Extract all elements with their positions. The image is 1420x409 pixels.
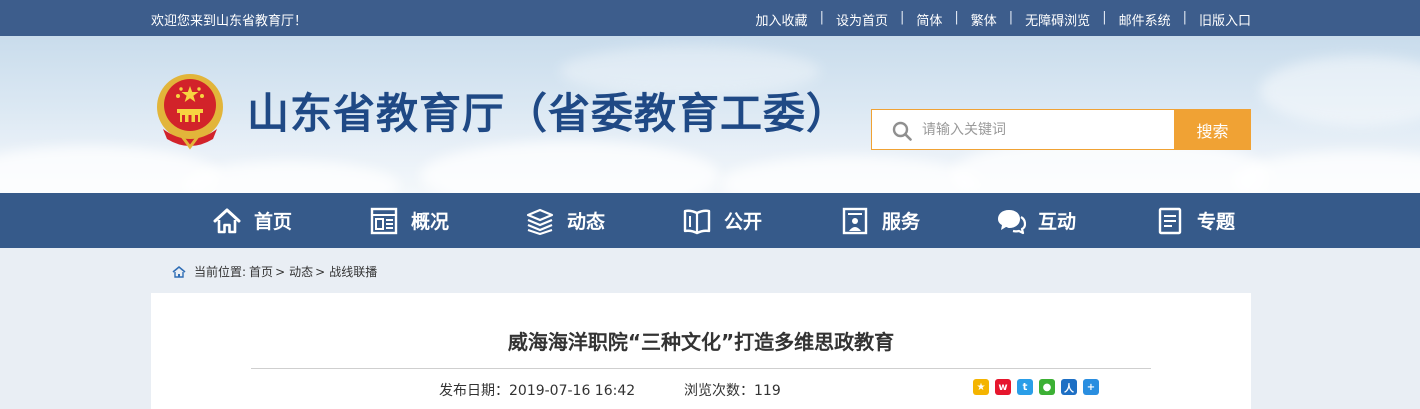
title-divider bbox=[251, 368, 1151, 369]
link-separator: | bbox=[1102, 10, 1107, 25]
breadcrumb-prefix: 当前位置: bbox=[194, 265, 247, 279]
link-separator: | bbox=[1182, 10, 1187, 25]
link-separator: | bbox=[954, 10, 959, 25]
breadcrumb: 当前位置: 首页 > 动态 > 战线联播 bbox=[172, 263, 377, 280]
tencent-weibo-icon[interactable]: t bbox=[1017, 379, 1033, 395]
link-separator: | bbox=[899, 10, 905, 25]
top-links: 加入收藏 | 设为首页 | 简体 | 繁体 | 无障碍浏览 | 邮件系统 | 旧… bbox=[756, 10, 1251, 29]
breadcrumb-separator: > bbox=[275, 264, 286, 279]
nav-item-interact[interactable]: 互动 bbox=[996, 193, 1076, 248]
views-label: 浏览次数： bbox=[684, 383, 754, 399]
nav-label: 概况 bbox=[411, 211, 450, 233]
open-book-icon bbox=[683, 209, 711, 234]
qzone-icon[interactable]: ★ bbox=[973, 379, 989, 395]
nav-item-service[interactable]: 服务 bbox=[840, 193, 920, 248]
search-input[interactable] bbox=[922, 119, 1162, 141]
publish-date: 2019-07-16 16:42 bbox=[509, 383, 636, 399]
home-small-icon bbox=[172, 265, 186, 278]
article-panel: 威海海洋职院“三种文化”打造多维思政教育 发布日期：2019-07-16 16:… bbox=[151, 293, 1251, 409]
views-value: 119 bbox=[754, 383, 781, 399]
add-favorite-link[interactable]: 加入收藏 bbox=[756, 10, 808, 29]
home-icon bbox=[213, 208, 241, 233]
mail-system-link[interactable]: 邮件系统 bbox=[1119, 10, 1171, 29]
renren-icon[interactable]: 人 bbox=[1061, 379, 1077, 395]
search-icon bbox=[892, 121, 912, 141]
nav-label: 专题 bbox=[1197, 211, 1236, 233]
nav-label: 互动 bbox=[1038, 211, 1077, 233]
breadcrumb-current[interactable]: 战线联播 bbox=[329, 263, 377, 280]
traditional-chinese-link[interactable]: 繁体 bbox=[971, 10, 997, 29]
wechat-icon[interactable]: ● bbox=[1039, 379, 1055, 395]
nav-item-home[interactable]: 首页 bbox=[212, 193, 292, 248]
nav-item-open[interactable]: 公开 bbox=[682, 193, 762, 248]
chat-icon bbox=[998, 209, 1026, 234]
search-button[interactable]: 搜索 bbox=[1174, 109, 1251, 150]
share-bar: ★ w t ● 人 + bbox=[973, 379, 1105, 395]
welcome-text: 欢迎您来到山东省教育厅！ bbox=[151, 14, 308, 29]
service-icon bbox=[842, 207, 868, 234]
news-stack-icon bbox=[526, 208, 554, 235]
set-homepage-link[interactable]: 设为首页 bbox=[836, 10, 888, 29]
old-version-link[interactable]: 旧版入口 bbox=[1199, 10, 1251, 29]
nav-label: 服务 bbox=[882, 211, 921, 233]
link-separator: | bbox=[1008, 10, 1014, 25]
publish-label: 发布日期： bbox=[439, 383, 509, 399]
nav-label: 动态 bbox=[567, 211, 606, 233]
site-title: 山东省教育厅（省委教育工委） bbox=[247, 89, 850, 138]
breadcrumb-news[interactable]: 动态 bbox=[289, 263, 313, 280]
overview-icon bbox=[370, 207, 398, 234]
more-share-icon[interactable]: + bbox=[1083, 379, 1099, 395]
nav-item-overview[interactable]: 概况 bbox=[369, 193, 449, 248]
breadcrumb-home[interactable]: 首页 bbox=[249, 263, 273, 280]
weibo-icon[interactable]: w bbox=[995, 379, 1011, 395]
breadcrumb-separator: > bbox=[315, 264, 326, 279]
main-nav: 首页 概况 动态 公开 服务 互动 专题 bbox=[0, 193, 1420, 248]
nav-item-news[interactable]: 动态 bbox=[525, 193, 605, 248]
publish-info: 发布日期：2019-07-16 16:42 bbox=[439, 380, 635, 400]
national-emblem-icon bbox=[157, 74, 223, 150]
site-header: 山东省教育厅（省委教育工委） 搜索 bbox=[0, 36, 1420, 193]
simplified-chinese-link[interactable]: 简体 bbox=[916, 10, 942, 29]
article-title: 威海海洋职院“三种文化”打造多维思政教育 bbox=[507, 330, 895, 354]
accessibility-link[interactable]: 无障碍浏览 bbox=[1025, 10, 1090, 29]
nav-label: 公开 bbox=[724, 211, 763, 233]
view-count: 浏览次数：119 bbox=[684, 380, 781, 400]
top-bar: 欢迎您来到山东省教育厅！ 加入收藏 | 设为首页 | 简体 | 繁体 | 无障碍… bbox=[0, 0, 1420, 36]
topic-doc-icon bbox=[1158, 207, 1182, 234]
search-box bbox=[871, 109, 1175, 150]
link-separator: | bbox=[819, 10, 824, 25]
nav-item-topics[interactable]: 专题 bbox=[1155, 193, 1235, 248]
nav-label: 首页 bbox=[254, 211, 293, 233]
